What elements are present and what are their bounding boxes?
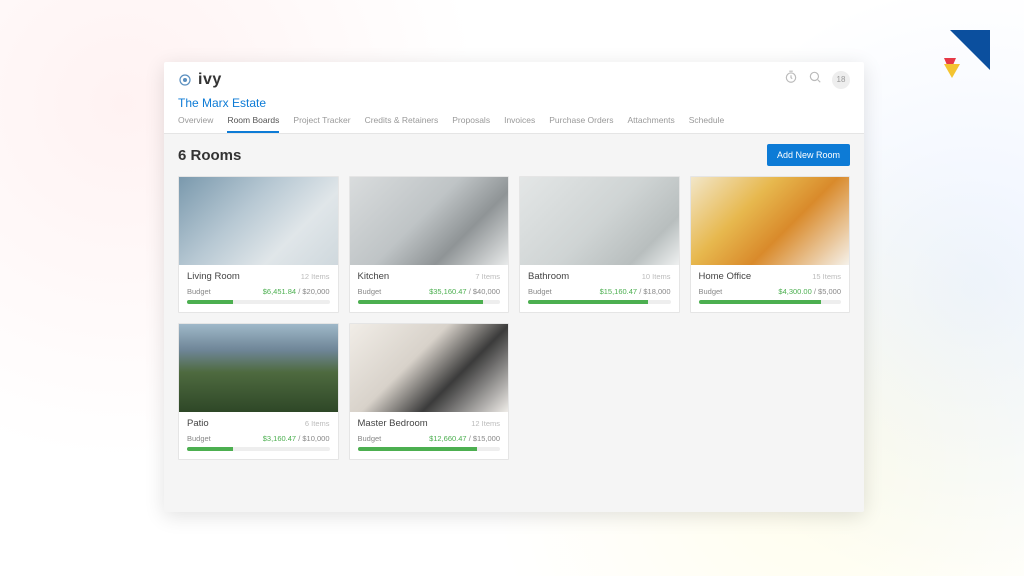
budget-total: $20,000 <box>302 287 329 296</box>
room-thumbnail <box>691 177 850 265</box>
room-card-body: Bathroom 10 Items Budget $15,160.47 / $18,0… <box>520 265 679 312</box>
page-heading: 6 Rooms <box>178 147 241 164</box>
tab-room-boards[interactable]: Room Boards <box>227 115 279 133</box>
add-new-room-button[interactable]: Add New Room <box>767 144 850 166</box>
budget-spent: $35,160.47 <box>429 287 467 296</box>
room-name: Home Office <box>699 271 752 282</box>
tab-invoices[interactable]: Invoices <box>504 115 535 133</box>
budget-total: $5,000 <box>818 287 841 296</box>
budget-values: $35,160.47 / $40,000 <box>429 287 500 296</box>
budget-progress-fill <box>187 300 233 304</box>
room-item-count: 6 Items <box>305 419 330 428</box>
brand-name: ivy <box>198 71 222 89</box>
room-thumbnail <box>179 177 338 265</box>
budget-label: Budget <box>699 287 723 296</box>
rooms-grid: Living Room 12 Items Budget $6,451.84 / $20… <box>178 176 850 460</box>
search-icon[interactable] <box>808 70 822 89</box>
room-card-body: Home Office 15 Items Budget $4,300.00 / $5,… <box>691 265 850 312</box>
budget-progress-fill <box>358 447 478 451</box>
budget-total: $40,000 <box>473 287 500 296</box>
room-thumbnail <box>350 177 509 265</box>
app-window: ivy 18 The Marx Estate Overview Room Boar… <box>164 62 864 512</box>
tab-overview[interactable]: Overview <box>178 115 213 133</box>
budget-spent: $15,160.47 <box>600 287 638 296</box>
budget-progress-fill <box>358 300 483 304</box>
room-card-body: Living Room 12 Items Budget $6,451.84 / $20… <box>179 265 338 312</box>
budget-progress-bar <box>187 300 330 304</box>
room-card-body: Master Bedroom 12 Items Budget $12,660.47 /… <box>350 412 509 459</box>
tab-credits-retainers[interactable]: Credits & Retainers <box>365 115 439 133</box>
budget-progress-fill <box>699 300 822 304</box>
tab-schedule[interactable]: Schedule <box>689 115 724 133</box>
budget-values: $6,451.84 / $20,000 <box>263 287 330 296</box>
room-card-body: Kitchen 7 Items Budget $35,160.47 / $40,000 <box>350 265 509 312</box>
room-name: Kitchen <box>358 271 390 282</box>
budget-total: $10,000 <box>302 434 329 443</box>
room-name: Living Room <box>187 271 240 282</box>
budget-spent: $4,300.00 <box>778 287 811 296</box>
budget-values: $4,300.00 / $5,000 <box>778 287 841 296</box>
room-card[interactable]: Bathroom 10 Items Budget $15,160.47 / $18,0… <box>519 176 680 313</box>
room-card[interactable]: Home Office 15 Items Budget $4,300.00 / $5,… <box>690 176 851 313</box>
room-name: Patio <box>187 418 209 429</box>
tab-proposals[interactable]: Proposals <box>452 115 490 133</box>
budget-label: Budget <box>187 434 211 443</box>
budget-label: Budget <box>187 287 211 296</box>
room-item-count: 10 Items <box>642 272 671 281</box>
app-header: ivy 18 The Marx Estate Overview Room Boar… <box>164 62 864 134</box>
room-card-body: Patio 6 Items Budget $3,160.47 / $10,000 <box>179 412 338 459</box>
room-card[interactable]: Patio 6 Items Budget $3,160.47 / $10,000 <box>178 323 339 460</box>
budget-values: $15,160.47 / $18,000 <box>600 287 671 296</box>
budget-label: Budget <box>528 287 552 296</box>
budget-spent: $12,660.47 <box>429 434 467 443</box>
room-name: Master Bedroom <box>358 418 428 429</box>
page-corner-logo <box>942 28 992 78</box>
tab-project-tracker[interactable]: Project Tracker <box>293 115 350 133</box>
budget-label: Budget <box>358 287 382 296</box>
room-thumbnail <box>350 324 509 412</box>
tab-purchase-orders[interactable]: Purchase Orders <box>549 115 613 133</box>
room-item-count: 12 Items <box>301 272 330 281</box>
budget-progress-bar <box>528 300 671 304</box>
room-card[interactable]: Master Bedroom 12 Items Budget $12,660.47 /… <box>349 323 510 460</box>
timer-icon[interactable] <box>784 70 798 89</box>
ivy-logo-icon <box>178 73 192 87</box>
room-item-count: 15 Items <box>812 272 841 281</box>
tab-attachments[interactable]: Attachments <box>628 115 675 133</box>
budget-progress-bar <box>699 300 842 304</box>
user-avatar[interactable]: 18 <box>832 71 850 89</box>
room-item-count: 7 Items <box>475 272 500 281</box>
room-item-count: 12 Items <box>471 419 500 428</box>
budget-spent: $3,160.47 <box>263 434 296 443</box>
budget-total: $18,000 <box>643 287 670 296</box>
budget-label: Budget <box>358 434 382 443</box>
project-tabs: Overview Room Boards Project Tracker Credit… <box>178 115 850 133</box>
budget-progress-bar <box>358 447 501 451</box>
budget-progress-fill <box>528 300 648 304</box>
budget-progress-fill <box>187 447 233 451</box>
budget-spent: $6,451.84 <box>263 287 296 296</box>
room-name: Bathroom <box>528 271 569 282</box>
budget-progress-bar <box>358 300 501 304</box>
budget-progress-bar <box>187 447 330 451</box>
content-area: 6 Rooms Add New Room Living Room 12 Items… <box>164 134 864 470</box>
room-card[interactable]: Kitchen 7 Items Budget $35,160.47 / $40,000 <box>349 176 510 313</box>
budget-values: $3,160.47 / $10,000 <box>263 434 330 443</box>
room-thumbnail <box>179 324 338 412</box>
budget-total: $15,000 <box>473 434 500 443</box>
room-card[interactable]: Living Room 12 Items Budget $6,451.84 / $20… <box>178 176 339 313</box>
project-title[interactable]: The Marx Estate <box>178 96 850 110</box>
room-thumbnail <box>520 177 679 265</box>
budget-values: $12,660.47 / $15,000 <box>429 434 500 443</box>
